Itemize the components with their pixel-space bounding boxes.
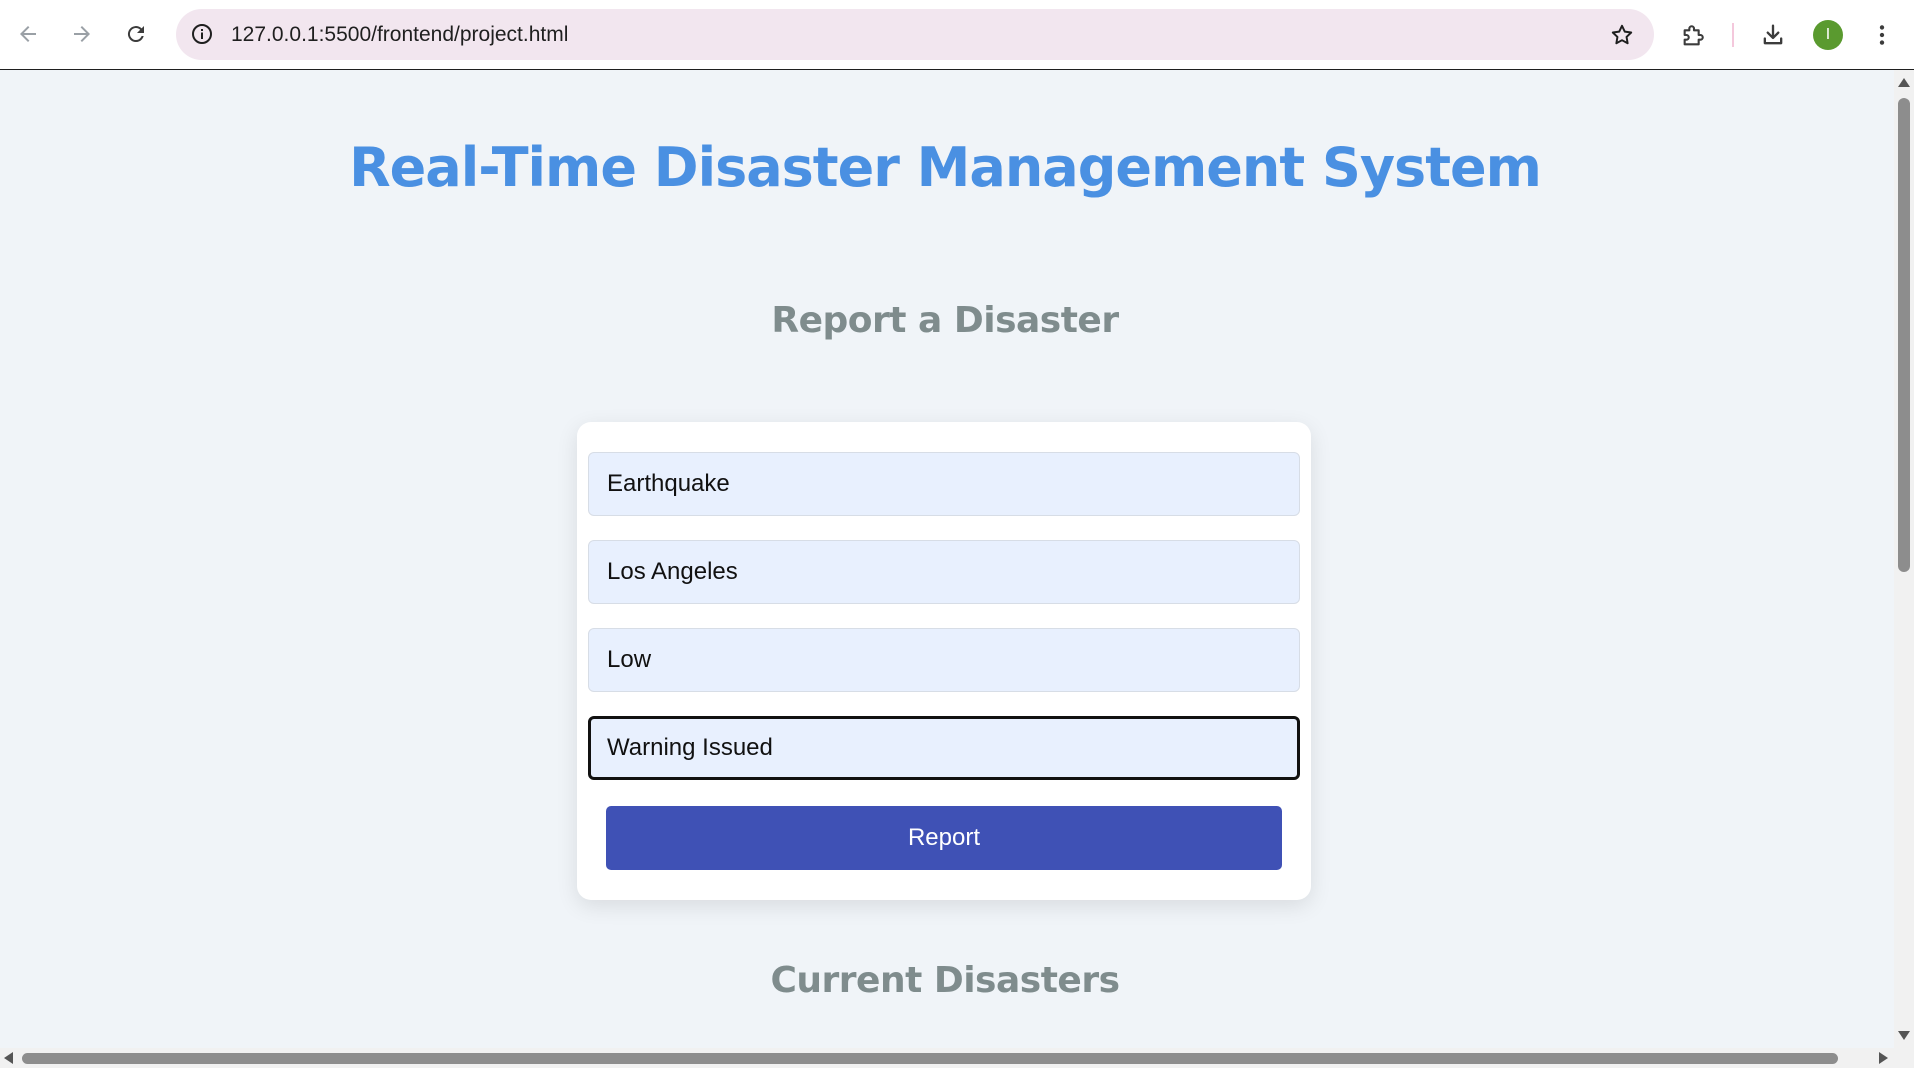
scroll-down-icon[interactable] (1898, 1031, 1910, 1040)
arrow-left-icon (20, 26, 36, 42)
puzzle-icon[interactable] (1676, 17, 1712, 53)
severity-input[interactable] (588, 628, 1300, 692)
report-button[interactable]: Report (606, 806, 1282, 870)
location-input[interactable] (588, 540, 1300, 604)
back-button[interactable] (8, 14, 48, 54)
page-viewport: Real-Time Disaster Management System Rep… (0, 70, 1894, 1048)
profile-avatar[interactable]: I (1813, 20, 1843, 50)
address-bar[interactable]: 127.0.0.1:5500/frontend/project.html (176, 9, 1654, 60)
kebab-menu-icon[interactable] (1864, 17, 1900, 53)
report-section-title: Report a Disaster (771, 300, 1119, 341)
scrollbar-corner (1894, 1048, 1914, 1068)
scroll-right-icon[interactable] (1879, 1052, 1888, 1064)
url-text[interactable]: 127.0.0.1:5500/frontend/project.html (231, 9, 568, 60)
horizontal-scroll-thumb[interactable] (22, 1053, 1838, 1064)
scroll-up-icon[interactable] (1898, 78, 1910, 87)
reload-button[interactable] (116, 14, 156, 54)
horizontal-scrollbar[interactable] (0, 1048, 1894, 1068)
disaster-type-input[interactable] (588, 452, 1300, 516)
info-icon[interactable] (188, 20, 216, 48)
page-title: Real-Time Disaster Management System (349, 136, 1542, 199)
scroll-left-icon[interactable] (4, 1052, 13, 1064)
forward-button[interactable] (62, 14, 102, 54)
toolbar-divider (1732, 23, 1734, 47)
reload-icon (127, 26, 144, 43)
current-disasters-title: Current Disasters (770, 960, 1120, 1001)
status-input[interactable] (588, 716, 1300, 780)
download-icon[interactable] (1755, 17, 1791, 53)
vertical-scroll-thumb[interactable] (1898, 98, 1910, 572)
vertical-scrollbar[interactable] (1894, 70, 1914, 1048)
browser-toolbar: 127.0.0.1:5500/frontend/project.html I (0, 0, 1914, 70)
arrow-right-icon (74, 26, 90, 42)
report-form-card: Report (577, 422, 1311, 900)
star-icon[interactable] (1608, 21, 1636, 49)
